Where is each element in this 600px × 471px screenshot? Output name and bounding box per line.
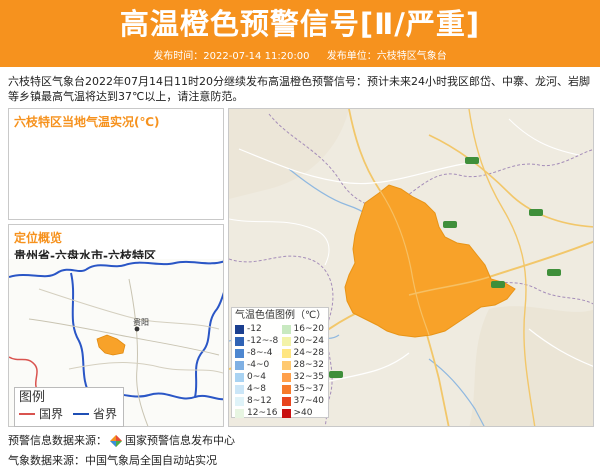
temp-legend-item: 20~24 — [281, 335, 326, 347]
temp-legend-item: -4~0 — [235, 359, 279, 371]
color-swatch — [281, 384, 291, 394]
color-swatch — [281, 372, 291, 382]
provincial-border-line-icon — [73, 413, 90, 415]
national-border-label: 国界 — [39, 407, 64, 421]
warning-source-prefix: 预警信息数据来源： — [8, 434, 107, 447]
provincial-border-label: 省界 — [93, 407, 118, 421]
temp-panel-title: 六枝特区当地气温实况(℃) — [14, 115, 160, 129]
location-panel-title: 定位概览 — [14, 231, 63, 245]
color-swatch — [235, 324, 244, 334]
temp-legend-item: 37~40 — [281, 395, 326, 407]
temp-legend-title: 气温色值图例（℃） — [235, 310, 327, 321]
weather-source: 气象数据来源：中国气象局全国自动站实况 — [8, 454, 217, 467]
warning-source: 预警信息数据来源： 国家预警信息发布中心 — [8, 433, 235, 448]
publisher: 发布单位：六枝特区气象台 — [326, 51, 447, 62]
color-swatch — [281, 348, 291, 358]
publish-time: 发布时间：2022-07-14 11:20:00 — [153, 51, 310, 62]
color-swatch — [281, 396, 291, 406]
city-marker-icon — [134, 326, 140, 332]
temp-legend-item: -12~-8 — [235, 335, 279, 347]
nmc-logo-icon — [110, 434, 122, 447]
color-swatch — [281, 360, 291, 370]
color-swatch — [235, 408, 244, 418]
road-shield-icon — [529, 209, 543, 216]
temp-color-legend: 气温色值图例（℃） -12 16~20 -12~-8 20~24 -8~-4 2… — [231, 307, 329, 418]
temp-legend-grid: -12 16~20 -12~-8 20~24 -8~-4 24~28 -4~0 … — [235, 323, 325, 419]
color-swatch — [281, 324, 291, 334]
page-title: 高温橙色预警信号[Ⅱ/严重] — [119, 7, 481, 41]
temp-legend-item: 0~4 — [235, 371, 279, 383]
color-swatch — [235, 396, 244, 406]
color-swatch — [281, 336, 291, 346]
color-swatch — [281, 408, 291, 418]
overview-legend: 图例 国界 省界 — [14, 387, 124, 427]
temp-legend-item: >40 — [281, 407, 326, 419]
road-shield-icon — [491, 281, 505, 288]
road-shield-icon — [547, 269, 561, 276]
color-swatch — [235, 336, 244, 346]
temp-legend-item: 32~35 — [281, 371, 326, 383]
temp-legend-item: 4~8 — [235, 383, 279, 395]
temp-legend-item: 16~20 — [281, 323, 326, 335]
temp-legend-item: -12 — [235, 323, 279, 335]
color-swatch — [235, 372, 244, 382]
temp-legend-item: 12~16 — [235, 407, 279, 419]
road-shield-icon — [443, 221, 457, 228]
temp-panel: 六枝特区当地气温实况(℃) — [8, 108, 224, 220]
header-meta: 发布时间：2022-07-14 11:20:00 发布单位：六枝特区气象台 — [0, 49, 600, 65]
header-banner: 高温橙色预警信号[Ⅱ/严重] 发布时间：2022-07-14 11:20:00 … — [0, 0, 600, 67]
temp-legend-item: 28~32 — [281, 359, 326, 371]
temp-legend-item: 8~12 — [235, 395, 279, 407]
temp-legend-item: 24~28 — [281, 347, 326, 359]
overview-legend-title: 图例 — [19, 390, 46, 405]
color-swatch — [235, 360, 244, 370]
temp-legend-item: 35~37 — [281, 383, 326, 395]
city-label: 贵阳 — [133, 317, 149, 327]
temp-legend-item: -8~-4 — [235, 347, 279, 359]
color-swatch — [235, 384, 244, 394]
color-swatch — [235, 348, 244, 358]
warning-summary: 六枝特区气象台2022年07月14日11时20分继续发布高温橙色预警信号：预计未… — [8, 75, 590, 103]
national-border-line-icon — [19, 413, 35, 415]
warning-source-name[interactable]: 国家预警信息发布中心 — [125, 433, 235, 448]
road-shield-icon — [329, 371, 343, 378]
road-shield-icon — [465, 157, 479, 164]
